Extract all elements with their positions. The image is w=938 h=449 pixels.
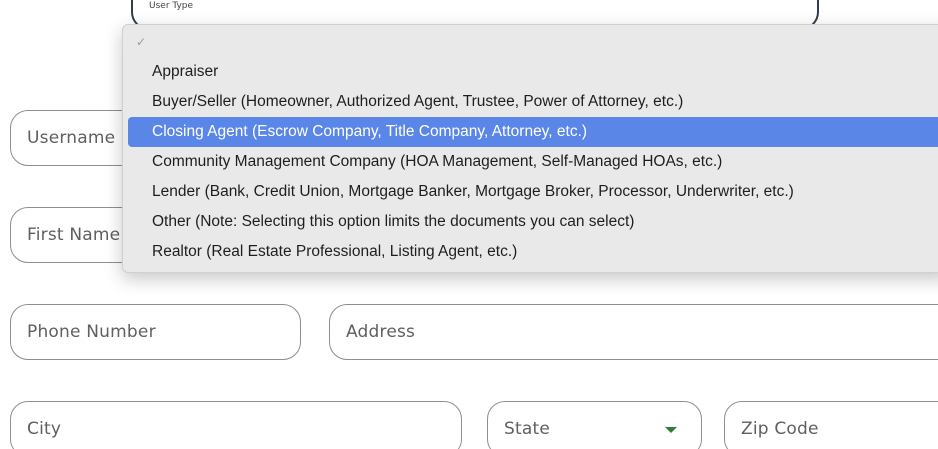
- address-placeholder: Address: [346, 322, 416, 342]
- phone-number-placeholder: Phone Number: [27, 322, 156, 342]
- registration-form-page: User Type Username First Name Phone Numb…: [0, 0, 938, 449]
- zip-code-field[interactable]: Zip Code: [724, 401, 938, 449]
- first-name-placeholder: First Name: [27, 225, 121, 245]
- user-type-dropdown-menu: ✓ Appraiser Buyer/Seller (Homeowner, Aut…: [122, 24, 938, 273]
- zip-code-placeholder: Zip Code: [741, 419, 819, 439]
- option-lender[interactable]: Lender (Bank, Credit Union, Mortgage Ban…: [128, 177, 938, 207]
- option-buyer-seller[interactable]: Buyer/Seller (Homeowner, Authorized Agen…: [128, 87, 938, 117]
- city-field[interactable]: City: [10, 401, 462, 449]
- username-placeholder: Username: [27, 128, 116, 148]
- chevron-down-icon: [665, 427, 677, 433]
- option-appraiser[interactable]: Appraiser: [128, 57, 938, 87]
- option-realtor[interactable]: Realtor (Real Estate Professional, Listi…: [128, 237, 938, 267]
- state-select[interactable]: State: [487, 401, 702, 449]
- checkmark-icon: ✓: [136, 35, 147, 49]
- address-field[interactable]: Address: [329, 304, 938, 360]
- option-community-management[interactable]: Community Management Company (HOA Manage…: [128, 147, 938, 177]
- city-placeholder: City: [27, 419, 62, 439]
- phone-number-field[interactable]: Phone Number: [10, 304, 301, 360]
- option-closing-agent[interactable]: Closing Agent (Escrow Company, Title Com…: [128, 117, 938, 147]
- user-type-options: Appraiser Buyer/Seller (Homeowner, Autho…: [128, 57, 938, 267]
- option-other[interactable]: Other (Note: Selecting this option limit…: [128, 207, 938, 237]
- state-placeholder: State: [504, 419, 550, 439]
- user-type-label: User Type: [147, 1, 196, 11]
